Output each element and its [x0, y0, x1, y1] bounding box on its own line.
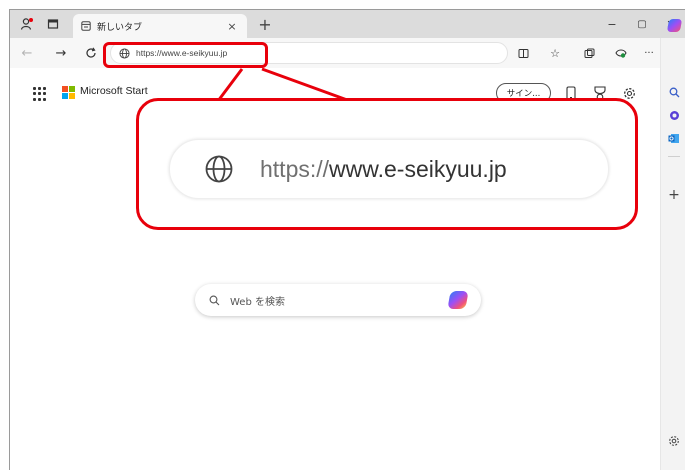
zoom-callout: https://www.e-seikyuu.jp	[136, 98, 638, 230]
zoomed-url: https://www.e-seikyuu.jp	[260, 156, 507, 183]
callout-pointer	[216, 67, 351, 103]
zoomed-address-bar: https://www.e-seikyuu.jp	[169, 139, 609, 199]
zoomed-url-scheme: https://	[260, 155, 330, 182]
zoomed-url-host: www.e-seikyuu.jp	[329, 155, 507, 182]
zoomed-globe-icon	[205, 155, 233, 183]
